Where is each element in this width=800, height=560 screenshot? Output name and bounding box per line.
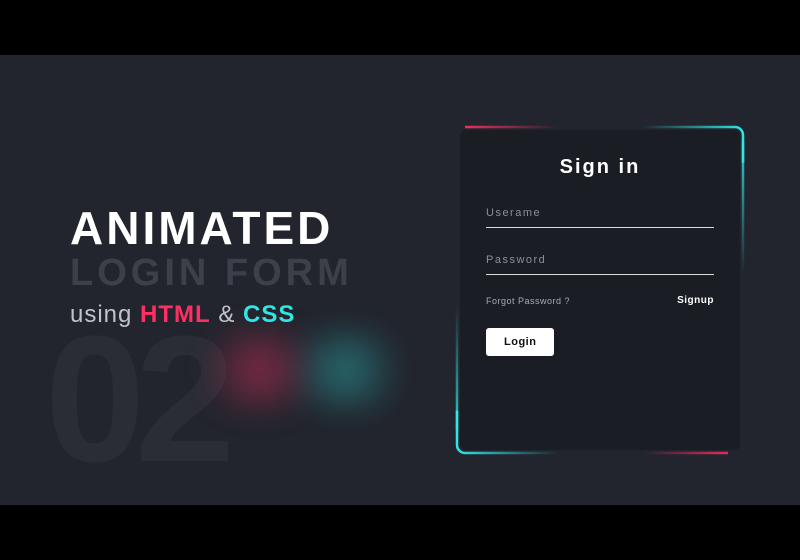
username-underline (486, 227, 714, 228)
hero-line3-css: CSS (243, 301, 295, 328)
login-button[interactable]: Login (486, 328, 554, 356)
hero-line1: ANIMATED (70, 205, 430, 251)
links-row: Forgot Password ? Signup (486, 295, 714, 306)
letterbox-bottom (0, 505, 800, 560)
password-field[interactable]: Password (486, 254, 714, 275)
background-number: 02 (45, 310, 225, 490)
hero-line2: LOGIN FORM (70, 253, 430, 295)
username-label: Userame (486, 207, 714, 219)
hero-line3-html: HTML (140, 301, 211, 328)
forgot-password-link[interactable]: Forgot Password ? (486, 296, 570, 306)
letterbox-top (0, 0, 800, 55)
hero-line3: using HTML & CSS (70, 301, 430, 329)
username-field[interactable]: Userame (486, 207, 714, 228)
stage: 02 ANIMATED LOGIN FORM using HTML & CSS (0, 55, 800, 505)
hero-line3-prefix: using (70, 301, 140, 328)
login-card-wrap: Sign in Userame Password Forgot Password… (460, 130, 740, 450)
signup-link[interactable]: Signup (677, 295, 714, 306)
form-title: Sign in (486, 156, 714, 179)
glow-cyan (275, 330, 415, 410)
password-label: Password (486, 254, 714, 266)
password-underline (486, 274, 714, 275)
hero-line3-amp: & (211, 301, 243, 328)
login-card: Sign in Userame Password Forgot Password… (460, 130, 740, 450)
hero-text: ANIMATED LOGIN FORM using HTML & CSS (70, 205, 430, 329)
